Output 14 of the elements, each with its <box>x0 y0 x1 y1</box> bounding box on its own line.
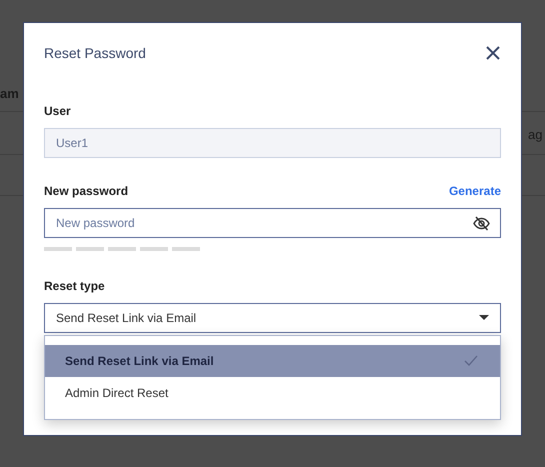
dropdown-option[interactable]: Admin Direct Reset <box>45 376 500 409</box>
user-field: User1 <box>44 128 501 158</box>
checkmark-icon <box>464 355 478 366</box>
dropdown-option[interactable]: Send Reset Link via Email <box>45 344 500 377</box>
field-label: New password <box>44 182 128 200</box>
eye-slash-icon[interactable] <box>473 216 490 231</box>
field-label: Reset type <box>44 278 106 295</box>
caret-icon <box>479 315 489 320</box>
close-button[interactable] <box>485 45 501 62</box>
password-field[interactable]: New password <box>44 208 501 238</box>
generate-link[interactable]: Generate <box>448 182 501 200</box>
dialog-title: Reset Password <box>44 45 146 62</box>
field-label: User <box>44 102 72 120</box>
reset-type-dropdown[interactable]: Send Reset Link via Email <box>44 302 501 333</box>
